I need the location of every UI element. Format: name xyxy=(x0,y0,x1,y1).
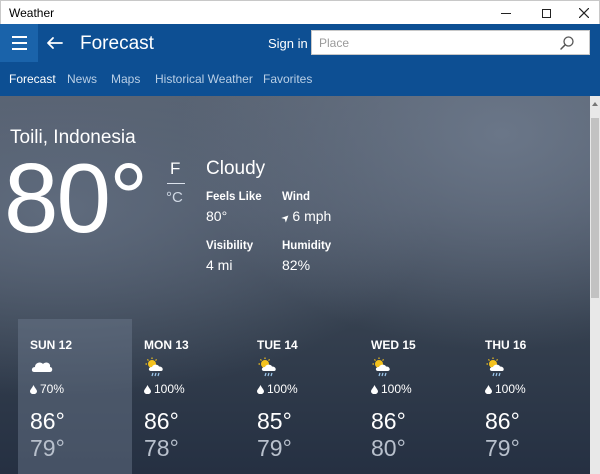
current-temperature: 80° xyxy=(4,143,148,253)
tab-historical-weather[interactable]: Historical Weather xyxy=(155,72,253,86)
sign-in-link[interactable]: Sign in xyxy=(268,36,308,51)
visibility-label: Visibility xyxy=(206,240,254,252)
sun-rain-icon xyxy=(145,357,163,377)
low-temperature: 79° xyxy=(30,435,65,461)
search-input[interactable] xyxy=(312,31,552,54)
scrollbar-thumb[interactable] xyxy=(591,118,599,298)
sun-rain-icon xyxy=(372,357,390,377)
forecast-day-thu[interactable]: THU 16 100% 86° 79° xyxy=(473,319,587,474)
high-temperature: 86° xyxy=(371,408,406,434)
back-button[interactable] xyxy=(42,24,68,62)
wind-value-row: ➤6 mph xyxy=(279,208,332,226)
close-icon xyxy=(579,8,589,18)
hamburger-icon-line xyxy=(11,48,27,50)
visibility-value: 4 mi xyxy=(206,257,233,273)
forecast-day-sun[interactable]: SUN 12 70% 86° 79° xyxy=(18,319,132,474)
high-temperature: 85° xyxy=(257,408,292,434)
precipitation-value: 100% xyxy=(495,382,526,396)
wind-value: 6 mph xyxy=(292,208,332,224)
minimize-icon xyxy=(501,12,511,14)
wind-label: Wind xyxy=(282,191,310,203)
hamburger-icon-line xyxy=(11,42,27,44)
raindrop-icon xyxy=(30,385,37,394)
raindrop-icon xyxy=(144,385,151,394)
precipitation: 100% xyxy=(144,382,185,396)
sun-rain-icon xyxy=(258,357,276,377)
tab-favorites[interactable]: Favorites xyxy=(263,72,312,86)
feels-like-value: 80° xyxy=(206,208,228,224)
nav-tabs: Forecast News Maps Historical Weather Fa… xyxy=(0,62,600,96)
precipitation-value: 100% xyxy=(154,382,185,396)
search-icon[interactable] xyxy=(559,35,575,51)
precipitation: 70% xyxy=(30,382,64,396)
window-title: Weather xyxy=(9,6,55,20)
day-name: THU 16 xyxy=(485,338,527,352)
low-temperature: 80° xyxy=(371,435,406,461)
day-name: SUN 12 xyxy=(30,338,73,352)
humidity-label: Humidity xyxy=(282,240,332,252)
sun-rain-icon xyxy=(486,357,504,377)
tab-maps[interactable]: Maps xyxy=(111,72,140,86)
wind-direction-icon: ➤ xyxy=(279,211,294,226)
menu-button[interactable] xyxy=(0,24,38,62)
feels-like-label: Feels Like xyxy=(206,191,262,203)
window-titlebar: Weather xyxy=(0,0,600,24)
unit-fahrenheit-toggle[interactable]: F xyxy=(170,159,180,179)
back-arrow-icon xyxy=(47,37,63,49)
maximize-button[interactable] xyxy=(529,1,563,25)
scroll-up-icon[interactable] xyxy=(592,102,598,106)
tab-forecast[interactable]: Forecast xyxy=(9,72,56,86)
vertical-scrollbar[interactable] xyxy=(590,96,600,474)
raindrop-icon xyxy=(257,385,264,394)
forecast-day-tue[interactable]: TUE 14 100% 85° 79° xyxy=(245,319,359,474)
cloudy-icon xyxy=(31,362,53,372)
precipitation-value: 70% xyxy=(40,382,65,396)
humidity-value: 82% xyxy=(282,257,311,273)
precipitation: 100% xyxy=(371,382,412,396)
forecast-day-wed[interactable]: WED 15 100% 86° 80° xyxy=(359,319,473,474)
high-temperature: 86° xyxy=(30,408,65,434)
precipitation: 100% xyxy=(257,382,298,396)
unit-celsius-toggle[interactable]: °C xyxy=(166,189,183,206)
high-temperature: 86° xyxy=(485,408,520,434)
forecast-panel: Toili, Indonesia 80° F °C Cloudy Feels L… xyxy=(0,96,590,474)
low-temperature: 79° xyxy=(257,435,292,461)
day-name: WED 15 xyxy=(371,338,416,352)
hamburger-icon xyxy=(11,36,27,38)
app-header: Forecast Sign in xyxy=(0,24,600,62)
close-button[interactable] xyxy=(567,1,600,25)
unit-divider xyxy=(167,183,185,184)
low-temperature: 78° xyxy=(144,435,179,461)
day-name: MON 13 xyxy=(144,338,189,352)
search-box[interactable] xyxy=(311,30,590,55)
maximize-icon xyxy=(541,8,551,18)
tab-news[interactable]: News xyxy=(67,72,97,86)
minimize-button[interactable] xyxy=(489,1,523,25)
day-name: TUE 14 xyxy=(257,338,298,352)
low-temperature: 79° xyxy=(485,435,520,461)
forecast-day-mon[interactable]: MON 13 100% 86° 78° xyxy=(132,319,246,474)
raindrop-icon xyxy=(371,385,378,394)
precipitation-value: 100% xyxy=(267,382,298,396)
page-title: Forecast xyxy=(80,33,154,54)
precipitation: 100% xyxy=(485,382,526,396)
high-temperature: 86° xyxy=(144,408,179,434)
raindrop-icon xyxy=(485,385,492,394)
precipitation-value: 100% xyxy=(381,382,412,396)
current-condition: Cloudy xyxy=(206,158,266,179)
